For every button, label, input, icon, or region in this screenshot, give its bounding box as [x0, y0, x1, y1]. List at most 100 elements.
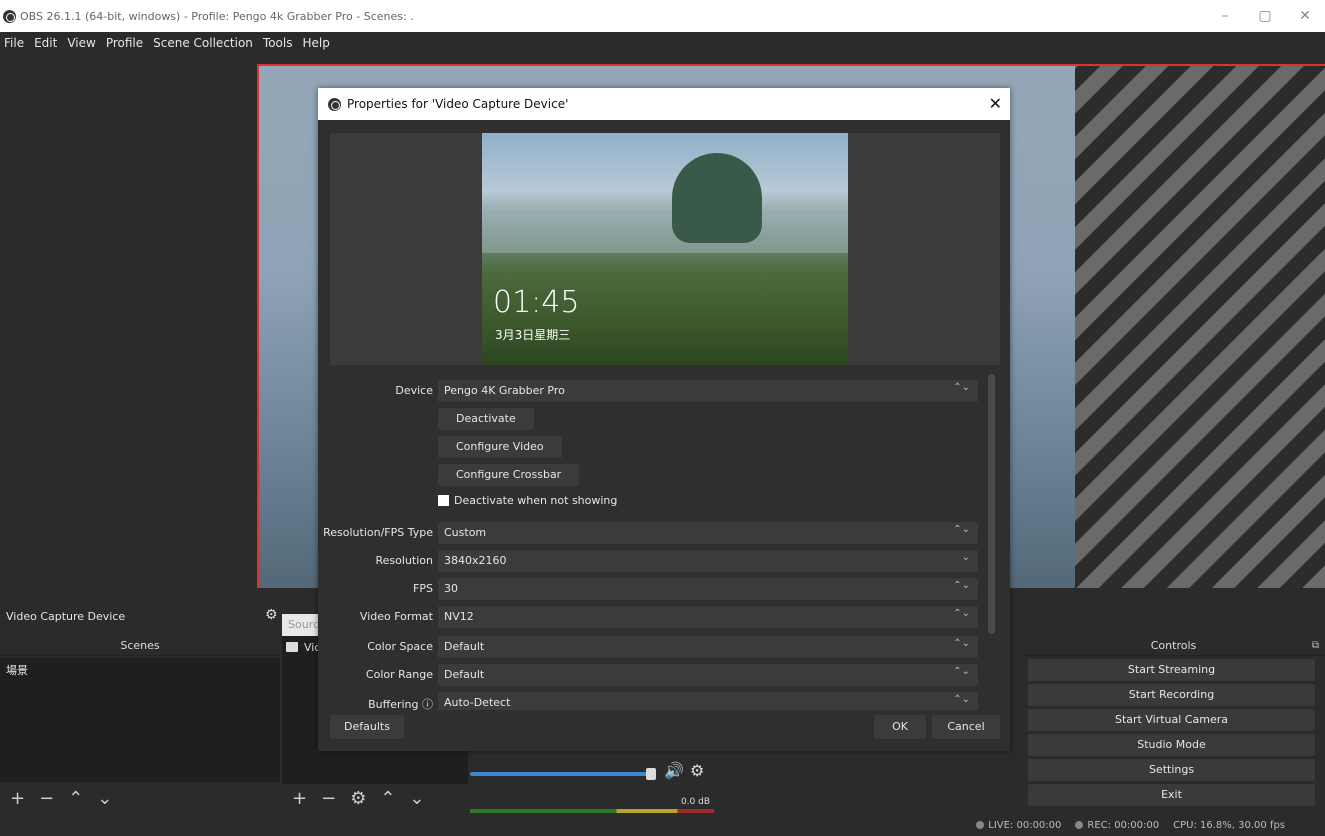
- audio-meter: -35 -30 -25 -20 -15 -10 -5 0 🔊 ⚙ 0.0 dB: [468, 745, 718, 815]
- buffering-select[interactable]: Auto-Detect ⌃⌄: [438, 692, 978, 710]
- start-recording-button[interactable]: Start Recording: [1028, 684, 1315, 706]
- camera-icon: [286, 642, 298, 652]
- form-scrollbar[interactable]: [988, 374, 995, 634]
- deactivate-checkbox-row: Deactivate when not showing: [318, 490, 988, 512]
- add-scene-icon[interactable]: +: [10, 788, 25, 809]
- fps-label: FPS: [413, 582, 433, 595]
- video-format-select[interactable]: NV12 ⌃⌄: [438, 606, 978, 628]
- preview-water: [482, 213, 848, 253]
- menu-tools[interactable]: Tools: [263, 36, 293, 50]
- color-space-select[interactable]: Default ⌃⌄: [438, 636, 978, 658]
- dialog-close-icon[interactable]: ✕: [989, 94, 1002, 113]
- remove-source-icon[interactable]: −: [321, 788, 336, 809]
- res-fps-type-value: Custom: [444, 526, 487, 539]
- help-icon[interactable]: ⓘ: [422, 698, 433, 710]
- dialog-title: Properties for 'Video Capture Device': [347, 97, 569, 111]
- resolution-combobox[interactable]: 3840x2160 ⌄: [438, 550, 978, 572]
- source-properties-gear-icon[interactable]: ⚙: [265, 607, 278, 623]
- device-row: Device Pengo 4K Grabber Pro ⌃⌄: [318, 380, 988, 402]
- live-time: LIVE: 00:00:00: [988, 820, 1062, 831]
- dialog-titlebar: Properties for 'Video Capture Device' ✕: [318, 88, 1010, 120]
- defaults-button[interactable]: Defaults: [330, 715, 404, 739]
- spin-icon: ⌃⌄: [953, 382, 970, 393]
- level-bars: [470, 809, 714, 813]
- move-up-icon[interactable]: ⌃: [68, 788, 83, 809]
- resolution-value: 3840x2160: [444, 554, 507, 567]
- status-bar: LIVE: 00:00:00 REC: 00:00:00 CPU: 16.8%,…: [0, 816, 1325, 836]
- scenes-list[interactable]: 場景: [0, 658, 280, 782]
- menu-scene-collection[interactable]: Scene Collection: [153, 36, 253, 50]
- preview-mountain: [672, 153, 762, 243]
- device-value: Pengo 4K Grabber Pro: [444, 384, 565, 397]
- live-status: LIVE: 00:00:00: [976, 820, 1061, 831]
- spin-icon: ⌃⌄: [953, 608, 970, 619]
- ok-button[interactable]: OK: [874, 715, 926, 739]
- buffering-value: Auto-Detect: [444, 696, 511, 709]
- settings-button[interactable]: Settings: [1028, 759, 1315, 781]
- configure-video-button[interactable]: Configure Video: [438, 436, 562, 458]
- buffering-label-text: Buffering: [368, 698, 419, 710]
- deactivate-when-not-showing-checkbox[interactable]: Deactivate when not showing: [438, 494, 617, 507]
- selected-source-name: Video Capture Device: [6, 609, 126, 623]
- resolution-row: Resolution 3840x2160 ⌄: [318, 550, 988, 572]
- scenes-dock: Scenes 場景 + − ⌃ ⌄: [0, 636, 280, 816]
- color-space-label: Color Space: [367, 640, 433, 653]
- maximize-button[interactable]: ▢: [1245, 0, 1285, 32]
- spin-icon: ⌃⌄: [953, 638, 970, 649]
- scene-item[interactable]: 場景: [0, 658, 280, 682]
- video-format-label: Video Format: [359, 610, 433, 623]
- add-source-icon[interactable]: +: [292, 788, 307, 809]
- fps-value: 30: [444, 582, 458, 595]
- chevron-down-icon: ⌄: [961, 552, 970, 563]
- studio-mode-button[interactable]: Studio Mode: [1028, 734, 1315, 756]
- exit-button[interactable]: Exit: [1028, 784, 1315, 806]
- controls-dock: Controls ⧉ Start Streaming Start Recordi…: [1022, 636, 1325, 816]
- menu-bar: File Edit View Profile Scene Collection …: [0, 32, 1325, 54]
- device-select[interactable]: Pengo 4K Grabber Pro ⌃⌄: [438, 380, 978, 402]
- live-icon: [976, 821, 985, 829]
- menu-help[interactable]: Help: [302, 36, 329, 50]
- dialog-buttons: Defaults OK Cancel: [318, 715, 1010, 745]
- cancel-button[interactable]: Cancel: [932, 715, 1000, 739]
- volume-slider[interactable]: [470, 772, 648, 776]
- volume-slider-handle[interactable]: [646, 768, 656, 780]
- start-virtual-camera-button[interactable]: Start Virtual Camera: [1028, 709, 1315, 731]
- minimize-button[interactable]: –: [1205, 0, 1245, 32]
- move-down-icon[interactable]: ⌄: [409, 788, 424, 809]
- mixer-gear-icon[interactable]: ⚙: [690, 761, 704, 780]
- obs-logo-icon: [328, 97, 341, 111]
- spin-icon: ⌃⌄: [953, 694, 970, 705]
- checkbox-box[interactable]: [438, 495, 449, 506]
- properties-dialog: Properties for 'Video Capture Device' ✕ …: [318, 88, 1010, 751]
- speaker-icon[interactable]: 🔊: [664, 761, 684, 780]
- spin-icon: ⌃⌄: [953, 666, 970, 677]
- menu-file[interactable]: File: [4, 36, 24, 50]
- color-space-row: Color Space Default ⌃⌄: [318, 636, 988, 658]
- fps-select[interactable]: 30 ⌃⌄: [438, 578, 978, 600]
- dialog-preview: 01:45 3月3日星期三: [330, 133, 1000, 365]
- dock-float-icon[interactable]: ⧉: [1312, 640, 1319, 651]
- source-settings-gear-icon[interactable]: ⚙: [350, 788, 366, 809]
- deactivate-button[interactable]: Deactivate: [438, 408, 534, 430]
- start-streaming-button[interactable]: Start Streaming: [1028, 659, 1315, 681]
- obs-logo-icon: [3, 9, 16, 23]
- move-up-icon[interactable]: ⌃: [380, 788, 395, 809]
- configure-crossbar-button[interactable]: Configure Crossbar: [438, 464, 580, 486]
- deactivate-row: Deactivate: [318, 408, 988, 430]
- close-window-button[interactable]: ✕: [1285, 0, 1325, 32]
- capture-preview-image: 01:45 3月3日星期三: [482, 133, 848, 365]
- cpu-status: CPU: 16.8%, 30.00 fps: [1173, 820, 1285, 831]
- color-range-row: Color Range Default ⌃⌄: [318, 664, 988, 686]
- res-fps-type-select[interactable]: Custom ⌃⌄: [438, 522, 978, 544]
- menu-edit[interactable]: Edit: [34, 36, 57, 50]
- color-range-label: Color Range: [365, 668, 433, 681]
- move-down-icon[interactable]: ⌄: [97, 788, 112, 809]
- menu-view[interactable]: View: [67, 36, 95, 50]
- menu-profile[interactable]: Profile: [106, 36, 143, 50]
- color-range-value: Default: [444, 668, 485, 681]
- color-range-select[interactable]: Default ⌃⌄: [438, 664, 978, 686]
- spin-icon: ⌃⌄: [953, 580, 970, 591]
- checkbox-label: Deactivate when not showing: [454, 494, 618, 507]
- rec-status: REC: 00:00:00: [1075, 820, 1159, 831]
- remove-scene-icon[interactable]: −: [39, 788, 54, 809]
